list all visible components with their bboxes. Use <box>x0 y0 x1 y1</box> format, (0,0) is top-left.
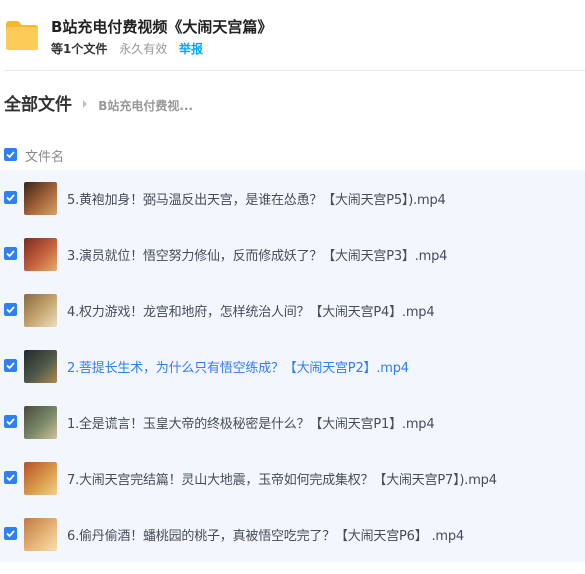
video-thumbnail[interactable] <box>24 462 57 495</box>
check-icon <box>6 151 15 159</box>
file-name[interactable]: 4.权力游戏！龙宫和地府，怎样统治人间？【大闹天宫P4】.mp4 <box>67 301 435 320</box>
check-icon <box>6 250 15 258</box>
file-row[interactable]: 3.演员就位！悟空努力修仙，反而修成妖了？【大闹天宫P3】.mp4 <box>0 226 585 282</box>
file-name[interactable]: 7.大闹天宫完结篇！灵山大地震，玉帝如何完成集权？【大闹天宫P7】).mp4 <box>67 469 497 488</box>
file-checkbox[interactable] <box>4 471 17 484</box>
select-all-checkbox[interactable] <box>4 148 17 161</box>
breadcrumb-current: B站充电付费视... <box>98 99 194 113</box>
file-name[interactable]: 3.演员就位！悟空努力修仙，反而修成妖了？【大闹天宫P3】.mp4 <box>67 245 447 264</box>
file-checkbox[interactable] <box>4 247 17 260</box>
filename-column-header[interactable]: 文件名 <box>25 146 64 165</box>
report-link[interactable]: 举报 <box>179 42 203 56</box>
file-row[interactable]: 2.菩提长生术，为什么只有悟空练成？【大闹天宫P2】.mp4 <box>0 338 585 394</box>
video-thumbnail[interactable] <box>24 294 57 327</box>
breadcrumb: 全部文件 B站充电付费视... <box>4 90 193 115</box>
share-meta: 等1个文件 永久有效 举报 <box>51 40 203 57</box>
check-icon <box>6 474 15 482</box>
breadcrumb-root[interactable]: 全部文件 <box>4 95 72 115</box>
breadcrumb-arrow-icon <box>83 100 88 108</box>
file-checkbox[interactable] <box>4 415 17 428</box>
file-checkbox[interactable] <box>4 303 17 316</box>
file-name[interactable]: 1.全是谎言！玉皇大帝的终极秘密是什么？【大闹天宫P1】.mp4 <box>67 413 435 432</box>
share-title: B站充电付费视频《大闹天宫篇》 <box>51 18 273 36</box>
check-icon <box>6 418 15 426</box>
file-name[interactable]: 6.偷丹偷酒！蟠桃园的桃子，真被悟空吃完了？【大闹天宫P6】 .mp4 <box>67 525 464 544</box>
file-row[interactable]: 4.权力游戏！龙宫和地府，怎样统治人间？【大闹天宫P4】.mp4 <box>0 282 585 338</box>
file-row[interactable]: 6.偷丹偷酒！蟠桃园的桃子，真被悟空吃完了？【大闹天宫P6】 .mp4 <box>0 506 585 562</box>
file-checkbox[interactable] <box>4 359 17 372</box>
check-icon <box>6 194 15 202</box>
file-checkbox[interactable] <box>4 527 17 540</box>
video-thumbnail[interactable] <box>24 238 57 271</box>
share-header: B站充电付费视频《大闹天宫篇》 等1个文件 永久有效 举报 <box>0 0 585 70</box>
file-list: 5.黄袍加身！弼马温反出天宫，是谁在怂恿？【大闹天宫P5】).mp4 3.演员就位… <box>0 170 585 562</box>
expiry-text: 永久有效 <box>119 42 168 56</box>
file-count: 等1个文件 <box>51 42 108 56</box>
file-checkbox[interactable] <box>4 191 17 204</box>
check-icon <box>6 530 15 538</box>
video-thumbnail[interactable] <box>24 406 57 439</box>
check-icon <box>6 362 15 370</box>
folder-icon <box>6 21 38 50</box>
file-name[interactable]: 5.黄袍加身！弼马温反出天宫，是谁在怂恿？【大闹天宫P5】).mp4 <box>67 189 446 208</box>
file-row[interactable]: 5.黄袍加身！弼马温反出天宫，是谁在怂恿？【大闹天宫P5】).mp4 <box>0 170 585 226</box>
video-thumbnail[interactable] <box>24 182 57 215</box>
file-name[interactable]: 2.菩提长生术，为什么只有悟空练成？【大闹天宫P2】.mp4 <box>67 357 409 376</box>
file-row[interactable]: 7.大闹天宫完结篇！灵山大地震，玉帝如何完成集权？【大闹天宫P7】).mp4 <box>0 450 585 506</box>
video-thumbnail[interactable] <box>24 518 57 551</box>
file-row[interactable]: 1.全是谎言！玉皇大帝的终极秘密是什么？【大闹天宫P1】.mp4 <box>0 394 585 450</box>
header-divider <box>4 70 585 71</box>
video-thumbnail[interactable] <box>24 350 57 383</box>
check-icon <box>6 306 15 314</box>
file-list-header: 文件名 <box>0 140 585 168</box>
